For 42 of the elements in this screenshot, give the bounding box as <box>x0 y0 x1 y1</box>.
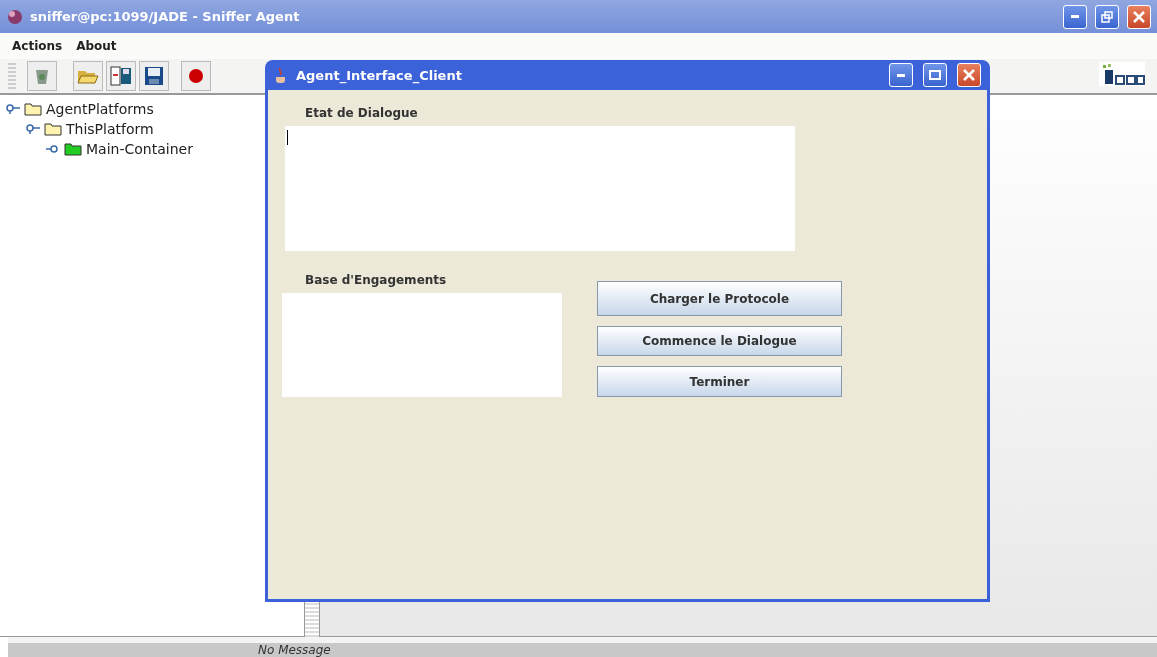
folder-icon <box>44 122 62 136</box>
field-label: Base d'Engagements <box>304 272 448 289</box>
record-icon <box>188 68 204 84</box>
action-button[interactable]: Terminer <box>597 366 842 397</box>
status-text: No Message <box>258 643 331 657</box>
minimize-button[interactable] <box>889 63 913 87</box>
logo-icon <box>1099 62 1145 86</box>
recycle-bin-icon <box>34 67 50 85</box>
restore-icon <box>1101 10 1113 23</box>
app-icon <box>6 7 24 26</box>
action-button[interactable]: Charger le Protocole <box>597 281 842 316</box>
close-button[interactable] <box>957 63 981 87</box>
toolbar-button[interactable] <box>139 61 169 91</box>
toolbar-grip[interactable] <box>8 63 16 89</box>
field-label: Etat de Dialogue <box>304 105 419 122</box>
tree-item[interactable]: ThisPlatform <box>66 121 154 137</box>
action-button[interactable]: Commence le Dialogue <box>597 326 842 356</box>
tree-item[interactable]: AgentPlatforms <box>46 101 154 117</box>
close-icon <box>1133 10 1145 23</box>
toolbar-button[interactable] <box>106 61 136 91</box>
restore-button[interactable] <box>1095 4 1119 29</box>
maximize-button[interactable] <box>923 63 947 87</box>
java-icon <box>274 67 288 83</box>
folder-icon <box>24 102 42 116</box>
menu-item[interactable]: About <box>76 39 117 53</box>
maximize-icon <box>929 70 941 80</box>
minimize-button[interactable] <box>1063 4 1087 29</box>
tree-item[interactable]: Main-Container <box>86 141 193 157</box>
tree-handle-icon[interactable] <box>26 124 40 134</box>
tree-handle-icon[interactable] <box>6 104 20 114</box>
folder-icon <box>64 142 82 156</box>
menu-item[interactable]: Actions <box>12 39 63 53</box>
minimize-icon <box>897 73 905 77</box>
close-button[interactable] <box>1127 4 1151 29</box>
toolbar-button[interactable] <box>27 61 57 91</box>
close-icon <box>963 69 975 81</box>
dialog-title: Agent_Interface_Client <box>296 67 462 83</box>
tree-handle-icon[interactable] <box>46 144 60 154</box>
toolbar-button[interactable] <box>181 61 211 91</box>
document-disk-icon <box>110 66 132 86</box>
minimize-icon <box>1071 15 1079 18</box>
window-title: sniffer@pc:1099/JADE - Sniffer Agent <box>30 9 300 24</box>
